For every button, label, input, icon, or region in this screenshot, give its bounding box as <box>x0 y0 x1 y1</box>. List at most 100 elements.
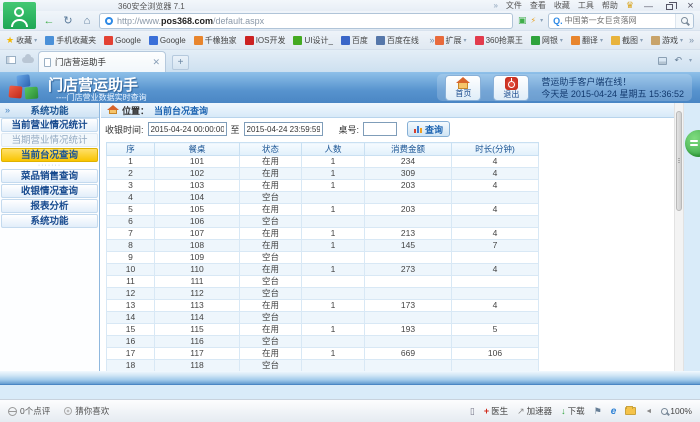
plugin-item[interactable]: 扩展▾ <box>435 35 467 46</box>
table-cell <box>302 192 365 204</box>
table-row[interactable]: 10110在用12734 <box>107 264 539 276</box>
chevron-down-icon[interactable]: ▾ <box>689 57 692 64</box>
menu-item[interactable]: 帮助 <box>602 0 618 11</box>
time-from-input[interactable] <box>148 122 227 136</box>
sidebar-item[interactable]: 系统功能 <box>1 214 98 228</box>
sidebar-item[interactable]: 报表分析 <box>1 199 98 213</box>
table-row[interactable]: 11111空台 <box>107 276 539 288</box>
sidebar-item[interactable]: 菜品销售查询 <box>1 169 98 183</box>
double-chevron-icon: » <box>5 105 10 115</box>
table-cell <box>365 276 452 288</box>
bookmark-item[interactable]: IOS开发 <box>245 35 286 46</box>
bookmark-item[interactable]: Google <box>149 36 186 45</box>
table-row[interactable]: 14114空台 <box>107 312 539 324</box>
scrollbar[interactable] <box>674 103 684 385</box>
statusbar-item[interactable]: ⚑ <box>594 406 602 417</box>
bookmark-item[interactable]: 千橡独家 <box>194 35 237 46</box>
statusbar-item[interactable]: e <box>611 406 617 417</box>
bookmark-label: 网银 <box>542 35 558 46</box>
home-button[interactable]: ⌂ <box>80 14 94 28</box>
plugin-item[interactable]: 360抢票王 <box>475 35 523 46</box>
table-row[interactable]: 2102在用13094 <box>107 168 539 180</box>
menu-item[interactable]: 工具 <box>578 0 594 11</box>
new-tab-button[interactable]: + <box>172 55 189 70</box>
plugin-item[interactable]: 网银▾ <box>531 35 563 46</box>
speed-icon[interactable]: ▣ <box>518 15 527 26</box>
menu-item[interactable]: 收藏 <box>554 0 570 11</box>
bookmark-item[interactable]: UI设计_ <box>293 35 332 46</box>
table-row[interactable]: 8108在用11457 <box>107 240 539 252</box>
sidebar-header[interactable]: » 系统功能 <box>0 103 99 118</box>
recommend-item[interactable]: 猜你喜欢 <box>64 405 109 417</box>
table-cell <box>365 192 452 204</box>
table-row[interactable]: 1101在用12344 <box>107 156 539 168</box>
table-row[interactable]: 6106空台 <box>107 216 539 228</box>
table-cell: 15 <box>107 324 155 336</box>
search-button[interactable] <box>675 14 693 28</box>
table-row[interactable]: 12112空台 <box>107 288 539 300</box>
tab-close-icon[interactable]: ✕ <box>152 58 160 67</box>
sidebar-item[interactable]: 收银情况查询 <box>1 184 98 198</box>
menu-item[interactable]: 文件 <box>506 0 522 11</box>
table-cell <box>365 312 452 324</box>
table-row[interactable]: 5105在用12034 <box>107 204 539 216</box>
chevron-down-icon[interactable]: ▾ <box>540 17 543 24</box>
table-row[interactable]: 18118空台 <box>107 360 539 372</box>
refresh-button[interactable]: ↻ <box>61 14 75 28</box>
table-row[interactable]: 15115在用11935 <box>107 324 539 336</box>
close-button[interactable]: × <box>684 1 697 11</box>
bookmark-item[interactable]: 百度在线 <box>376 35 419 46</box>
minimize-button[interactable]: — <box>642 1 655 11</box>
more-plugins-icon[interactable]: » <box>689 35 694 45</box>
menu-item[interactable]: 查看 <box>530 0 546 11</box>
statusbar-item[interactable]: ▯ <box>470 406 475 417</box>
sidebar-item[interactable]: 当期营业情况统计 <box>1 133 98 147</box>
bookmark-item[interactable]: Google <box>104 36 141 45</box>
table-no-input[interactable] <box>363 122 397 136</box>
plugin-item[interactable]: 截图▾ <box>611 35 643 46</box>
screenshot-icon[interactable] <box>658 57 667 65</box>
table-row[interactable]: 9109空台 <box>107 252 539 264</box>
statusbar-item[interactable]: ↗加速器 <box>517 405 552 417</box>
vip-crown-icon[interactable]: ♛ <box>626 1 634 10</box>
query-button[interactable]: 查询 <box>407 121 450 137</box>
sidebar-item[interactable]: 当前营业情况统计 <box>1 118 98 132</box>
bolt-icon[interactable]: ⚡ <box>531 16 537 25</box>
statusbar-item[interactable]: 100% <box>661 406 692 416</box>
time-to-input[interactable] <box>244 122 323 136</box>
table-row[interactable]: 7107在用12134 <box>107 228 539 240</box>
table-row[interactable]: 13113在用11734 <box>107 300 539 312</box>
back-button[interactable]: ← <box>42 14 56 28</box>
search-input[interactable] <box>565 16 675 25</box>
plugin-item[interactable]: 翻译▾ <box>571 35 603 46</box>
tab-active[interactable]: 门店营运助手 ✕ <box>38 51 166 72</box>
user-avatar-icon[interactable] <box>3 2 36 29</box>
table-cell: 4 <box>452 168 539 180</box>
search-box[interactable]: Q. <box>548 13 694 29</box>
plugin-item[interactable]: 游戏▾ <box>651 35 683 46</box>
reopen-tab-icon[interactable]: ↶ <box>674 55 682 66</box>
statusbar-item[interactable]: ↓下载 <box>561 405 585 417</box>
table-row[interactable]: 3103在用12034 <box>107 180 539 192</box>
table-cell: 2 <box>107 168 155 180</box>
statusbar-item[interactable]: +医生 <box>484 405 508 417</box>
app-home-button[interactable]: 首页 <box>445 75 481 101</box>
column-header: 序 <box>107 143 155 156</box>
bookmark-item[interactable]: 百度 <box>341 35 368 46</box>
bookmark-item[interactable]: 手机收藏夹 <box>45 35 96 46</box>
more-menus-icon[interactable]: » <box>493 1 497 10</box>
app-exit-button[interactable]: 退出 <box>493 75 529 101</box>
table-row[interactable]: 16116空台 <box>107 336 539 348</box>
statusbar-item[interactable]: ◄ <box>645 408 652 415</box>
scrollbar-thumb[interactable] <box>676 111 682 211</box>
address-bar[interactable]: http://www.pos368.com/default.aspx <box>99 13 513 29</box>
side-panel-icon[interactable] <box>6 56 16 64</box>
statusbar-item[interactable] <box>625 407 636 415</box>
restore-button[interactable] <box>663 1 676 11</box>
sidebar-item[interactable]: 当前台况查询 <box>1 148 98 162</box>
table-row[interactable]: 4104空台 <box>107 192 539 204</box>
bookmark-item[interactable]: ★收藏▾ <box>6 35 37 46</box>
table-row[interactable]: 17117在用1669106 <box>107 348 539 360</box>
cloud-sync-icon[interactable] <box>22 57 34 63</box>
reviews-item[interactable]: 0个点评 <box>8 405 50 417</box>
